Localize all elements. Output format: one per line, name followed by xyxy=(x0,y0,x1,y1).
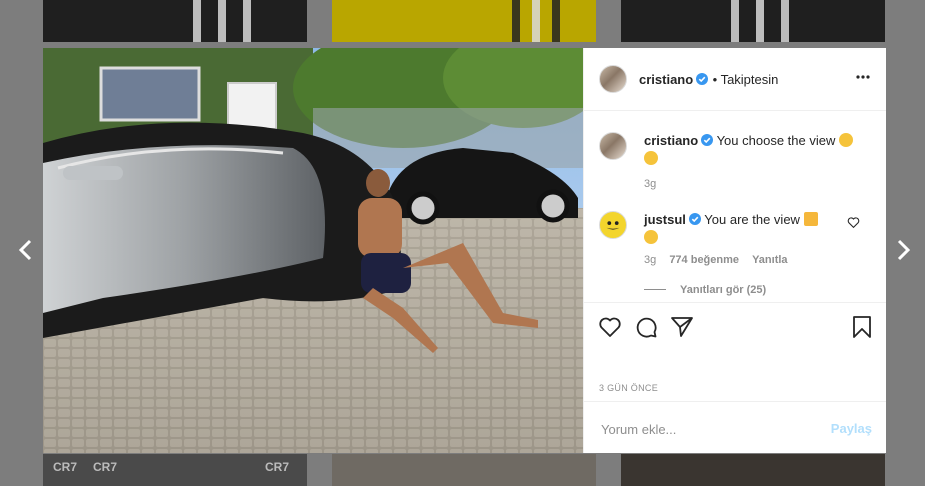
grin-emoji-icon xyxy=(644,151,658,165)
grid-post[interactable] xyxy=(43,0,307,42)
chevron-right-icon xyxy=(897,239,911,261)
replies-divider xyxy=(644,289,666,290)
comments-list[interactable]: cristiano You choose the view 3g justsul… xyxy=(584,111,886,301)
next-post-arrow[interactable] xyxy=(889,236,917,264)
more-options-icon[interactable] xyxy=(856,70,870,84)
comment-icon[interactable] xyxy=(634,315,658,339)
cr7-logo-text: CR7 xyxy=(53,460,78,474)
grid-post[interactable] xyxy=(621,0,885,42)
crown-emoji-icon xyxy=(803,212,818,226)
post-header: cristiano • Takiptesin xyxy=(584,48,886,111)
cr7-logo-text: CR7 xyxy=(93,460,118,474)
comment-item: justsul You are the view 3g 774 beğenme … xyxy=(584,208,886,301)
send-icon[interactable] xyxy=(670,315,694,339)
grid-post[interactable] xyxy=(332,0,596,42)
add-comment-bar: Paylaş xyxy=(584,401,886,454)
wink-emoji-icon xyxy=(838,133,853,147)
post-image xyxy=(43,48,583,453)
grid-post[interactable] xyxy=(621,454,885,486)
comment-time[interactable]: 3g xyxy=(644,254,656,266)
view-replies-button[interactable]: Yanıtları gör (25) xyxy=(680,284,766,296)
heart-eyes-emoji-icon xyxy=(644,230,658,244)
post-comment-button[interactable]: Paylaş xyxy=(831,421,872,436)
comment-likes[interactable]: 774 beğenme xyxy=(669,254,739,266)
cr7-logo-text: CR7 xyxy=(265,460,290,474)
comment-avatar[interactable] xyxy=(599,132,627,160)
bookmark-icon[interactable] xyxy=(850,315,874,339)
comment-text: You choose the view xyxy=(716,133,836,148)
post-modal: cristiano • Takiptesin cristiano You cho… xyxy=(43,48,886,453)
mustache-face-icon xyxy=(606,221,620,230)
like-comment-heart-icon[interactable] xyxy=(847,216,860,229)
author-username[interactable]: cristiano xyxy=(639,72,693,87)
follow-status[interactable]: • Takiptesin xyxy=(713,72,779,87)
post-photo[interactable] xyxy=(43,48,583,453)
reply-button[interactable]: Yanıtla xyxy=(752,254,787,266)
comment-text: You are the view xyxy=(704,212,800,227)
comment-username[interactable]: cristiano xyxy=(644,133,698,148)
verified-badge-icon xyxy=(688,213,701,225)
post-details-panel: cristiano • Takiptesin cristiano You cho… xyxy=(583,48,886,453)
verified-badge-icon xyxy=(701,134,714,146)
comment-input[interactable] xyxy=(599,418,823,440)
grid-post[interactable]: CR7 CR7 CR7 xyxy=(43,454,307,486)
author-avatar[interactable] xyxy=(599,65,627,93)
post-date[interactable]: 3 GÜN ÖNCE xyxy=(599,383,658,393)
comment-time[interactable]: 3g xyxy=(644,178,656,190)
grid-post[interactable] xyxy=(332,454,596,486)
previous-post-arrow[interactable] xyxy=(12,236,40,264)
chevron-left-icon xyxy=(18,239,32,261)
comment-username[interactable]: justsul xyxy=(644,212,686,227)
heart-icon[interactable] xyxy=(598,315,622,339)
comment-avatar[interactable] xyxy=(599,211,627,239)
caption-comment: cristiano You choose the view 3g xyxy=(584,129,886,190)
verified-badge-icon xyxy=(696,73,709,85)
